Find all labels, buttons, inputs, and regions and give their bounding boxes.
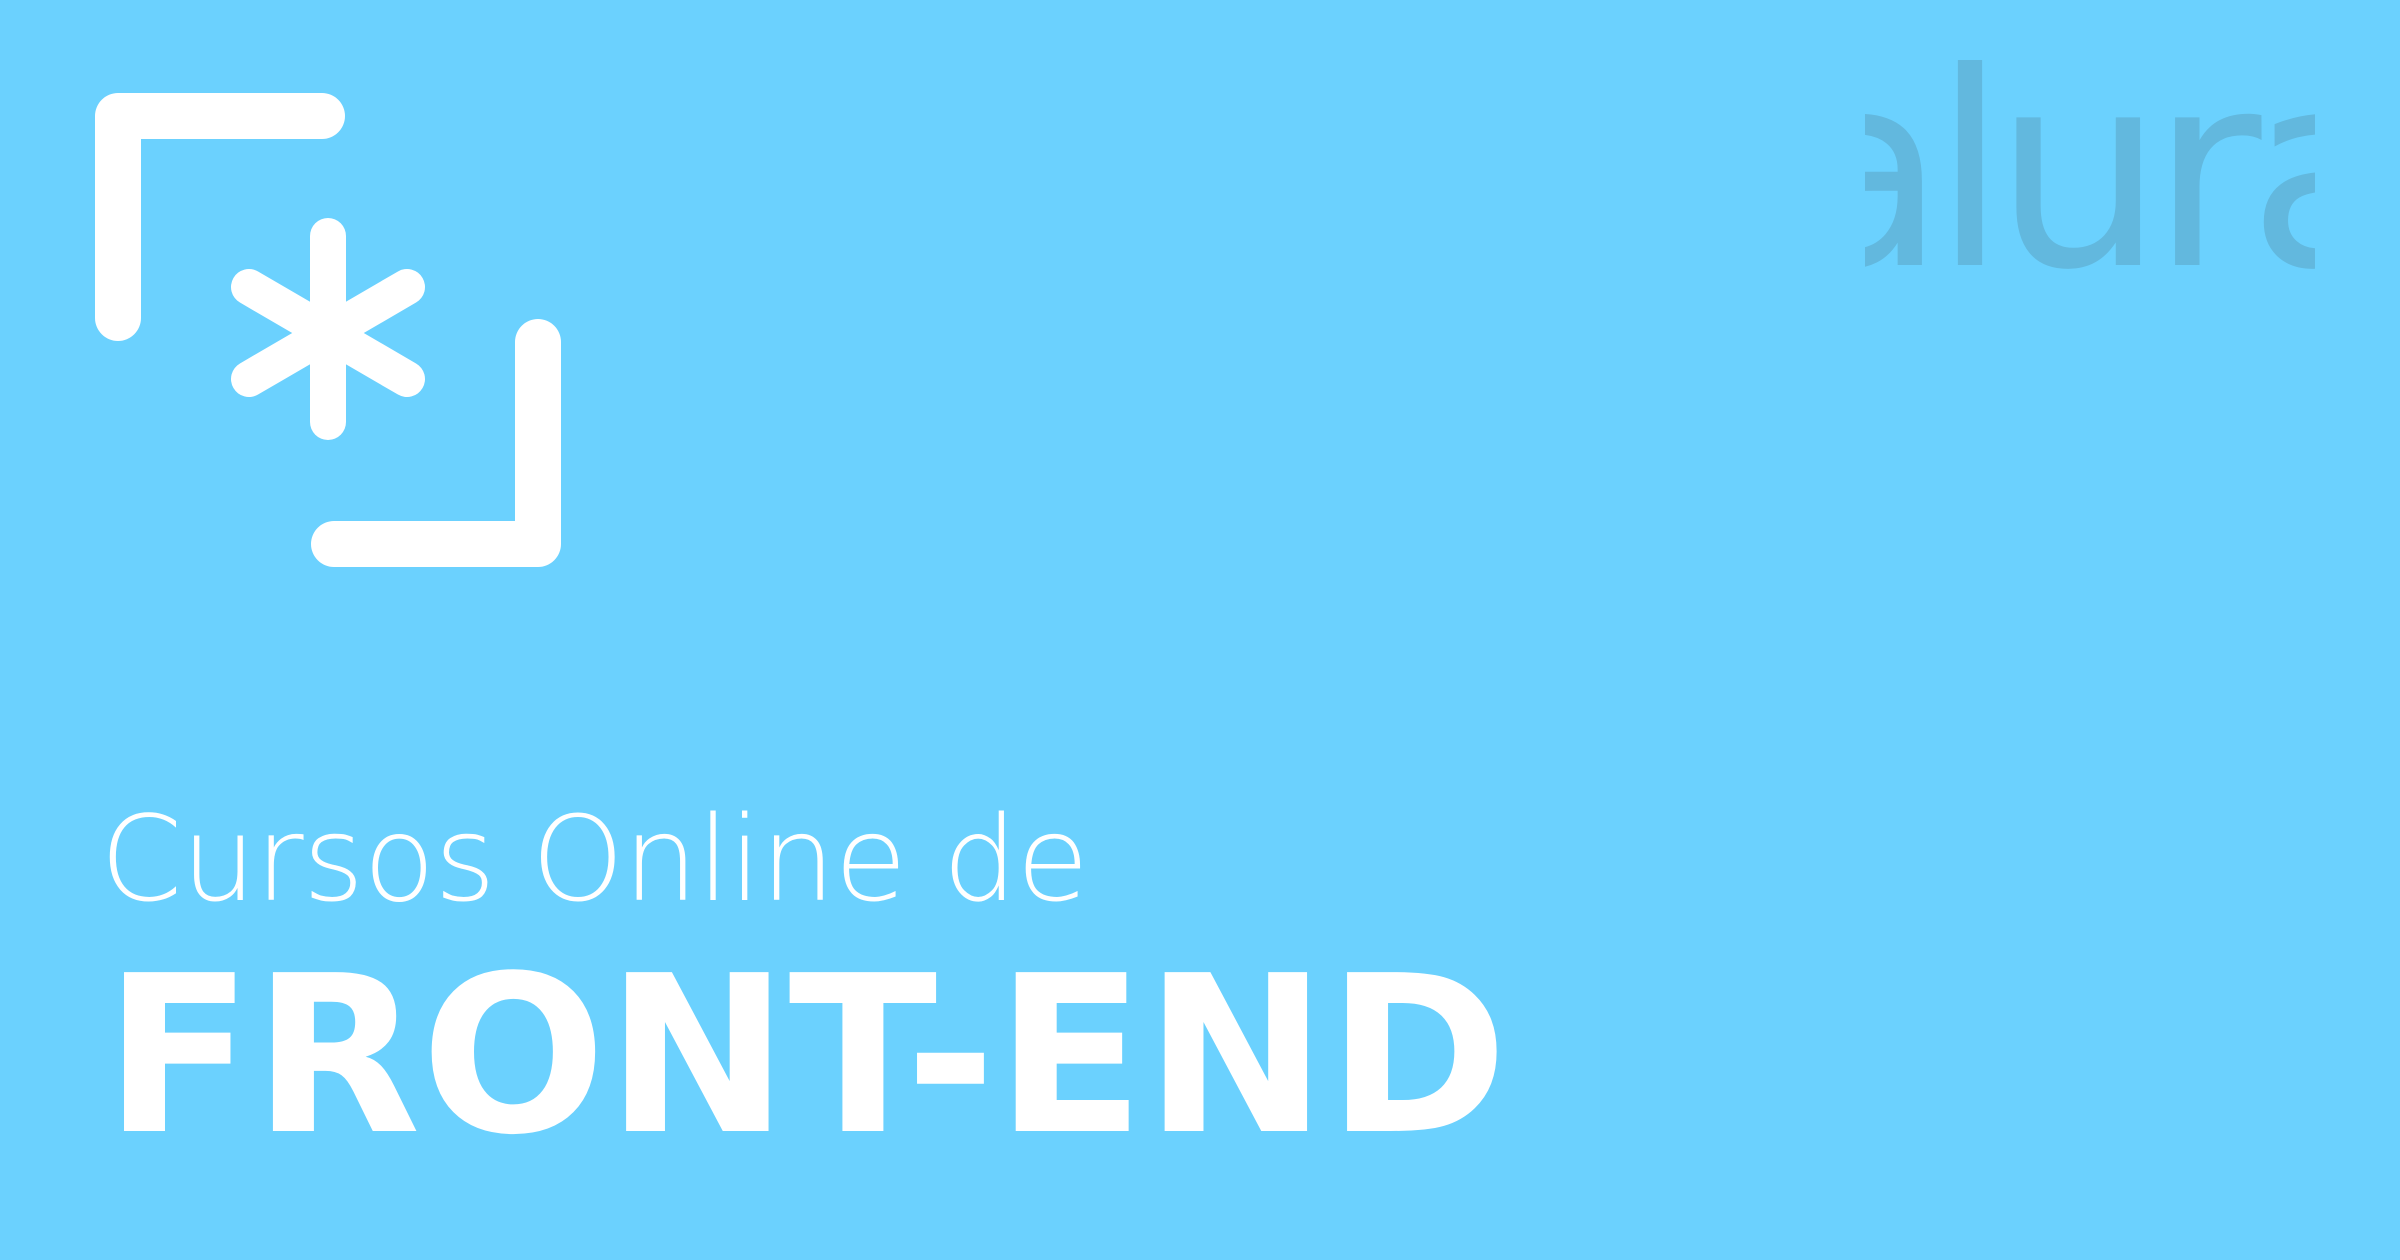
- course-banner: alura Cursos Online de FRONT-END: [0, 0, 2400, 1260]
- page-title: FRONT-END: [104, 930, 1509, 1183]
- subtitle: Cursos Online de: [100, 790, 1089, 928]
- alura-logo: alura: [1781, 14, 2400, 329]
- code-bracket-asterisk-icon: [94, 92, 568, 572]
- alura-logo-text: alura: [1865, 60, 2315, 280]
